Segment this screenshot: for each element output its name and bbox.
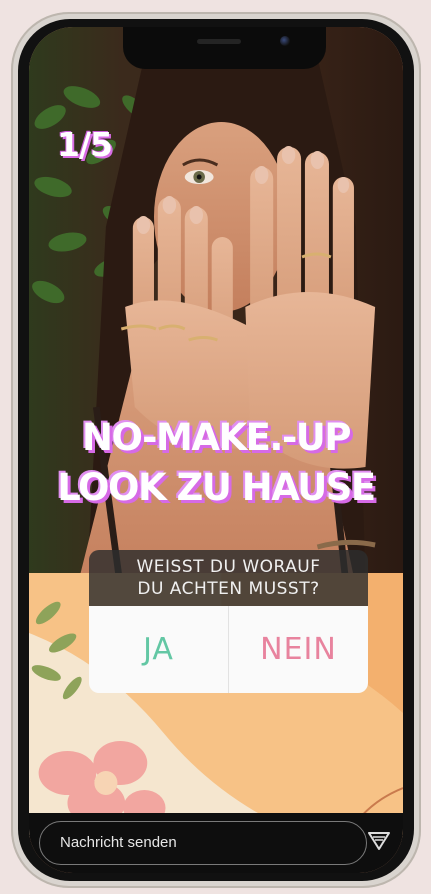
poll-sticker: WEISST DU WORAUF DU ACHTEN MUSST? JA NEI… xyxy=(89,550,368,693)
poll-question-line-1: WEISST DU WORAUF xyxy=(136,557,321,577)
poll-question: WEISST DU WORAUF DU ACHTEN MUSST? xyxy=(89,550,368,606)
poll-question-line-2: DU ACHTEN MUSST? xyxy=(137,579,320,599)
story-counter: 1/5 xyxy=(57,125,113,164)
front-camera-icon xyxy=(280,36,290,46)
send-icon[interactable] xyxy=(367,829,391,853)
reply-bar: Nachricht senden xyxy=(29,813,403,873)
story-screen[interactable]: 1/5 NO-MAKE.-UP LOOK ZU HAUSE WEISST DU … xyxy=(29,27,403,873)
phone-bezel: 1/5 NO-MAKE.-UP LOOK ZU HAUSE WEISST DU … xyxy=(18,19,414,881)
story-headline: NO-MAKE.-UP LOOK ZU HAUSE xyxy=(29,413,403,513)
phone-frame: 1/5 NO-MAKE.-UP LOOK ZU HAUSE WEISST DU … xyxy=(11,12,421,888)
poll-option-no[interactable]: NEIN xyxy=(229,606,368,693)
headline-line-1: NO-MAKE.-UP xyxy=(82,416,351,459)
headline-line-2: LOOK ZU HAUSE xyxy=(57,466,376,509)
notch xyxy=(123,27,326,69)
message-input[interactable]: Nachricht senden xyxy=(39,821,367,865)
poll-option-yes[interactable]: JA xyxy=(89,606,229,693)
speaker-grille xyxy=(197,39,241,44)
poll-options: JA NEIN xyxy=(89,606,368,693)
